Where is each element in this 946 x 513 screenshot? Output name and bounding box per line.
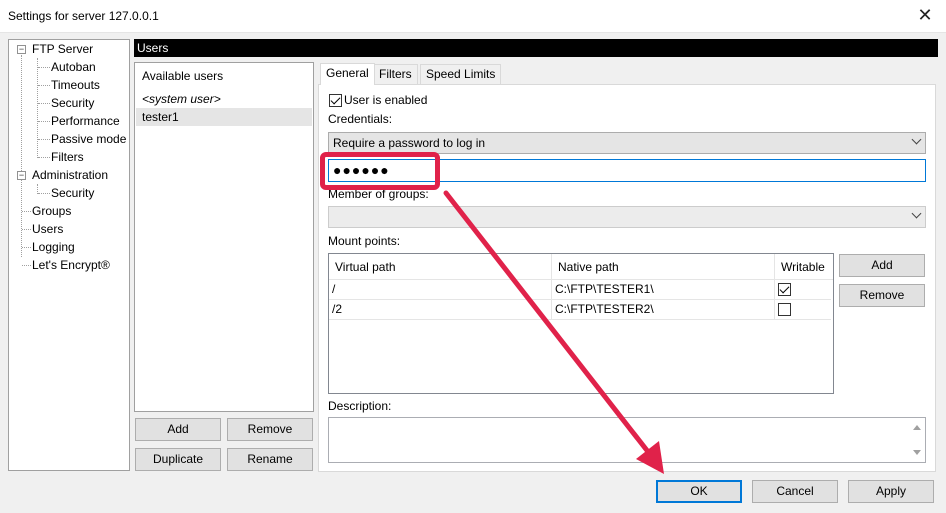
annotation-arrow-line [443,190,659,465]
annotation-arrow [443,190,664,474]
annotation-arrow-head [636,441,664,474]
tab-general[interactable]: General [320,63,375,85]
